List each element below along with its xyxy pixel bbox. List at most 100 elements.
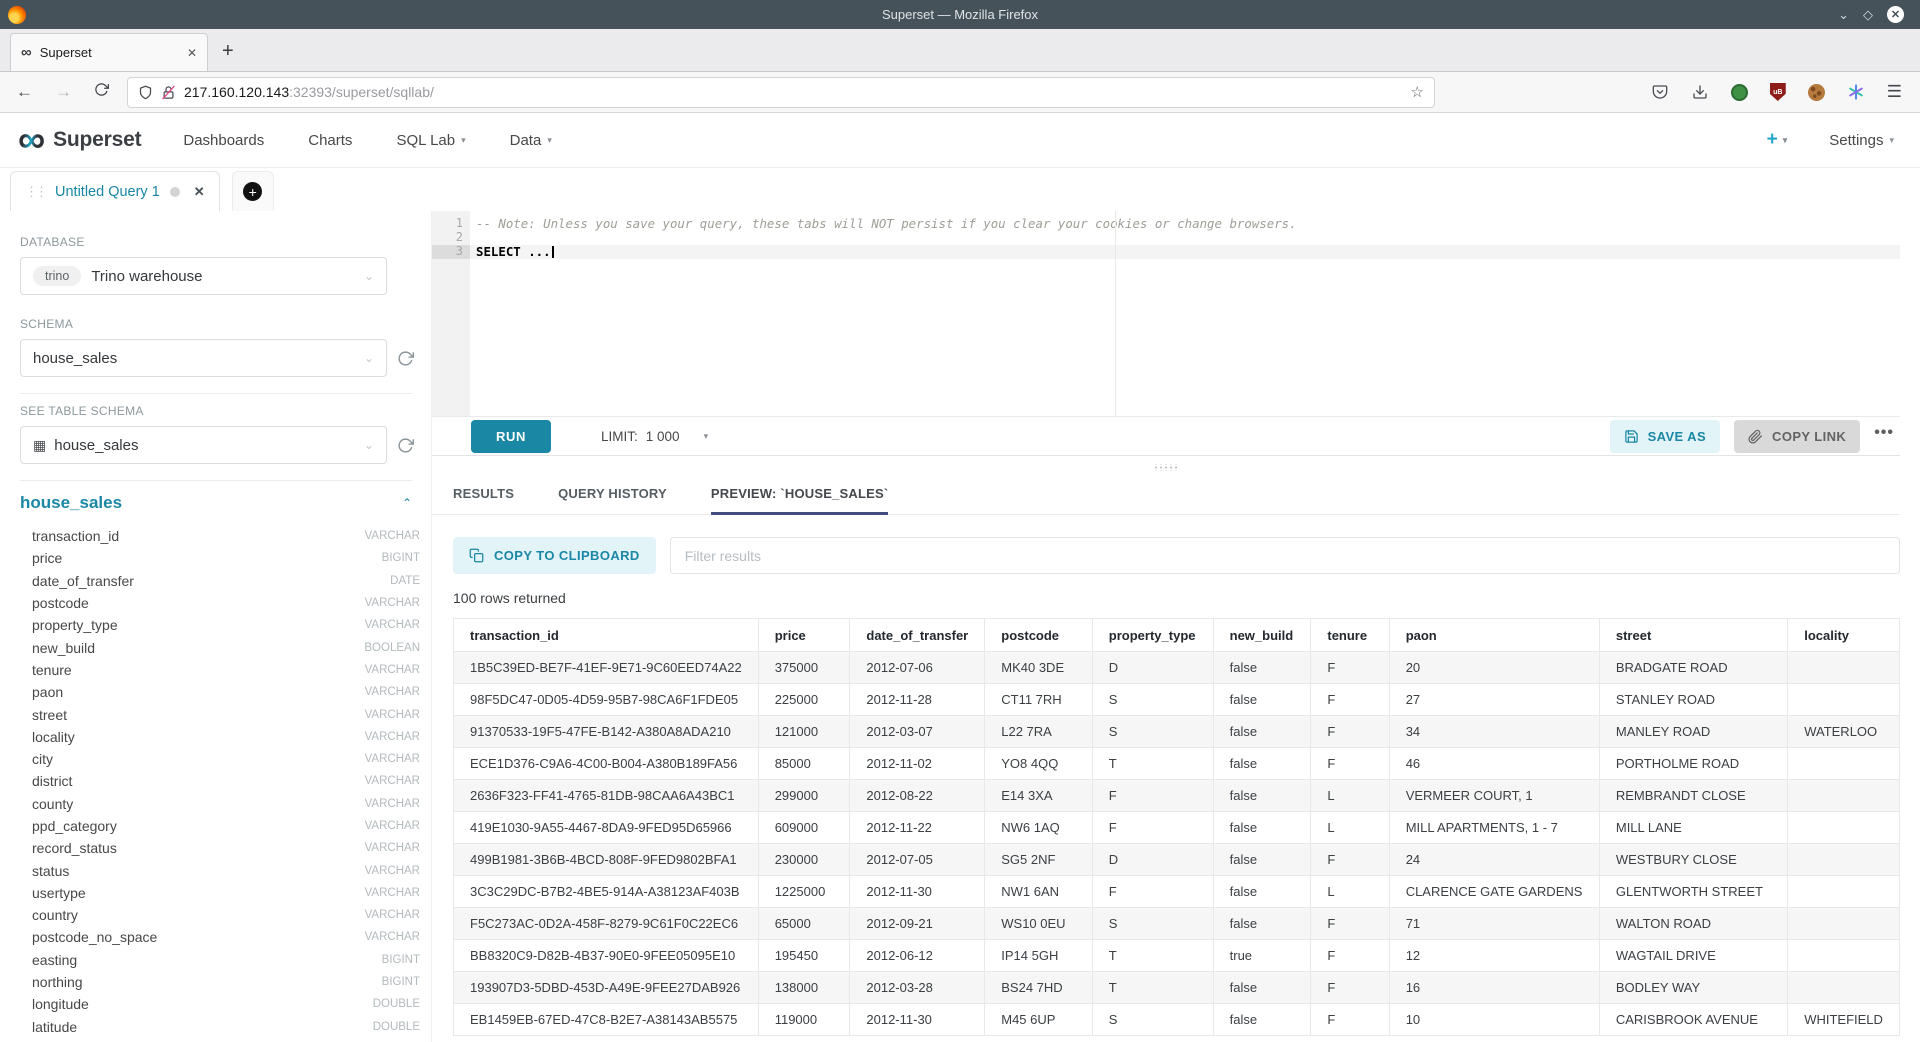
cookie-extension-icon[interactable]: [1808, 84, 1825, 101]
database-label: DATABASE: [20, 235, 431, 249]
code-line[interactable]: -- Note: Unless you save your query, the…: [470, 217, 1900, 231]
results-tab[interactable]: RESULTS: [453, 478, 514, 514]
results-cell: [1788, 780, 1900, 812]
limit-label: LIMIT:: [601, 429, 638, 444]
results-cell: 27: [1389, 684, 1599, 716]
download-icon[interactable]: [1691, 83, 1709, 101]
results-header-cell[interactable]: new_build: [1213, 619, 1311, 652]
results-row: 499B1981-3B6B-4BCD-808F-9FED9802BFA12300…: [454, 844, 1900, 876]
pocket-icon[interactable]: [1651, 83, 1669, 101]
filter-results-input[interactable]: [670, 537, 1900, 574]
settings-menu[interactable]: Settings▾: [1829, 132, 1894, 149]
results-cell: false: [1213, 748, 1311, 780]
copy-link-button[interactable]: COPY LINK: [1734, 420, 1860, 453]
results-header-cell[interactable]: price: [758, 619, 850, 652]
results-header-cell[interactable]: locality: [1788, 619, 1900, 652]
results-cell: 138000: [758, 972, 850, 1004]
divider: [20, 393, 412, 394]
pane-splitter[interactable]: [432, 456, 1900, 478]
run-button[interactable]: RUN: [471, 420, 551, 453]
shield-permissions-icon[interactable]: [138, 85, 153, 100]
results-cell: MANLEY ROAD: [1599, 716, 1787, 748]
table-select[interactable]: ▦ house_sales ⌄: [20, 426, 387, 464]
container-asterisk-icon[interactable]: [1847, 83, 1865, 101]
refresh-schemas-button[interactable]: [397, 350, 414, 367]
browser-tab[interactable]: ∞ Superset ✕: [10, 33, 208, 71]
copy-to-clipboard-button[interactable]: COPY TO CLIPBOARD: [453, 537, 656, 574]
window-maximize-button[interactable]: ◇: [1863, 7, 1873, 23]
reload-button[interactable]: [94, 82, 109, 102]
print-margin-ruler: [1115, 211, 1116, 416]
results-cell: S: [1092, 908, 1213, 940]
column-name: northing: [32, 974, 83, 990]
refresh-tables-button[interactable]: [397, 437, 414, 454]
table-schema-title[interactable]: house_sales: [20, 493, 122, 513]
column-type: VARCHAR: [365, 909, 420, 921]
drag-handle-icon[interactable]: ⋮⋮: [25, 184, 45, 200]
query-tab-close-icon[interactable]: ✕: [194, 184, 205, 200]
schema-column-row: country VARCHAR: [20, 904, 420, 926]
insecure-lock-icon[interactable]: [161, 85, 176, 100]
new-item-button[interactable]: +▾: [1767, 129, 1788, 151]
caret-down-icon: ▾: [1783, 135, 1788, 146]
query-tab[interactable]: ⋮⋮ Untitled Query 1 ✕: [10, 171, 220, 211]
superset-brand[interactable]: ∞ Superset: [18, 125, 141, 155]
tab-close-icon[interactable]: ✕: [187, 46, 197, 60]
results-cell: ECE1D376-C9A6-4C00-B004-A380B189FA56: [454, 748, 759, 780]
privacy-badger-icon[interactable]: [1731, 84, 1748, 101]
editor-lines[interactable]: -- Note: Unless you save your query, the…: [470, 211, 1900, 416]
results-cell: L22 7RA: [985, 716, 1093, 748]
results-cell: 499B1981-3B6B-4BCD-808F-9FED9802BFA1: [454, 844, 759, 876]
save-as-button[interactable]: SAVE AS: [1610, 420, 1720, 453]
schema-column-row: northing BIGINT: [20, 971, 420, 993]
table-grid-icon: ▦: [33, 437, 46, 454]
menu-icon[interactable]: ☰: [1887, 82, 1902, 102]
new-tab-button[interactable]: +: [222, 40, 234, 63]
sql-editor[interactable]: 123 -- Note: Unless you save your query,…: [432, 211, 1900, 416]
results-cell: L: [1311, 876, 1389, 908]
results-cell: false: [1213, 812, 1311, 844]
column-name: usertype: [32, 885, 86, 901]
add-query-tab-button[interactable]: +: [232, 171, 274, 211]
results-header-cell[interactable]: transaction_id: [454, 619, 759, 652]
results-cell: BRADGATE ROAD: [1599, 652, 1787, 684]
results-cell: 98F5DC47-0D05-4D59-95B7-98CA6F1FDE05: [454, 684, 759, 716]
window-minimize-button[interactable]: ⌄: [1838, 7, 1849, 23]
code-line[interactable]: [470, 231, 1900, 245]
results-tab[interactable]: PREVIEW: `HOUSE_SALES`: [711, 478, 889, 514]
appnav-items: Dashboards Charts SQL Lab ▾ Data ▾: [183, 132, 551, 149]
nav-item[interactable]: Dashboards: [183, 132, 264, 149]
schema-select[interactable]: house_sales ⌄: [20, 339, 387, 377]
back-button[interactable]: ←: [16, 82, 33, 102]
results-header-cell[interactable]: date_of_transfer: [850, 619, 985, 652]
results-header-cell[interactable]: street: [1599, 619, 1787, 652]
schema-column-row: property_type VARCHAR: [20, 614, 420, 636]
divider: [20, 480, 412, 481]
ublock-icon[interactable]: uB: [1770, 83, 1786, 101]
nav-item[interactable]: SQL Lab ▾: [396, 132, 465, 149]
results-cell: WALTON ROAD: [1599, 908, 1787, 940]
results-cell: 20: [1389, 652, 1599, 684]
url-bar[interactable]: 217.160.120.143:32393/superset/sqllab/ ☆: [127, 77, 1435, 108]
column-type: VARCHAR: [365, 664, 420, 676]
limit-value: 1 000: [646, 429, 680, 444]
results-tab[interactable]: QUERY HISTORY: [558, 478, 667, 514]
results-header-cell[interactable]: paon: [1389, 619, 1599, 652]
results-table: transaction_idpricedate_of_transferpostc…: [453, 618, 1900, 1036]
window-close-button[interactable]: ✕: [1887, 6, 1904, 23]
results-header-cell[interactable]: property_type: [1092, 619, 1213, 652]
column-name: record_status: [32, 840, 117, 856]
forward-button[interactable]: →: [55, 82, 72, 102]
bookmark-star-icon[interactable]: ☆: [1411, 83, 1424, 101]
results-header-cell[interactable]: postcode: [985, 619, 1093, 652]
results-header-cell[interactable]: tenure: [1311, 619, 1389, 652]
database-select[interactable]: trino Trino warehouse ⌄: [20, 257, 387, 295]
results-cell: 85000: [758, 748, 850, 780]
nav-item[interactable]: Charts: [308, 132, 352, 149]
code-line[interactable]: SELECT ...: [470, 245, 1900, 259]
nav-item[interactable]: Data ▾: [510, 132, 552, 149]
collapse-chevron-icon[interactable]: ⌃: [402, 496, 412, 510]
more-actions-button[interactable]: •••: [1874, 424, 1900, 448]
text-cursor: [552, 246, 554, 258]
limit-dropdown[interactable]: LIMIT: 1 000 ▾: [601, 429, 708, 444]
